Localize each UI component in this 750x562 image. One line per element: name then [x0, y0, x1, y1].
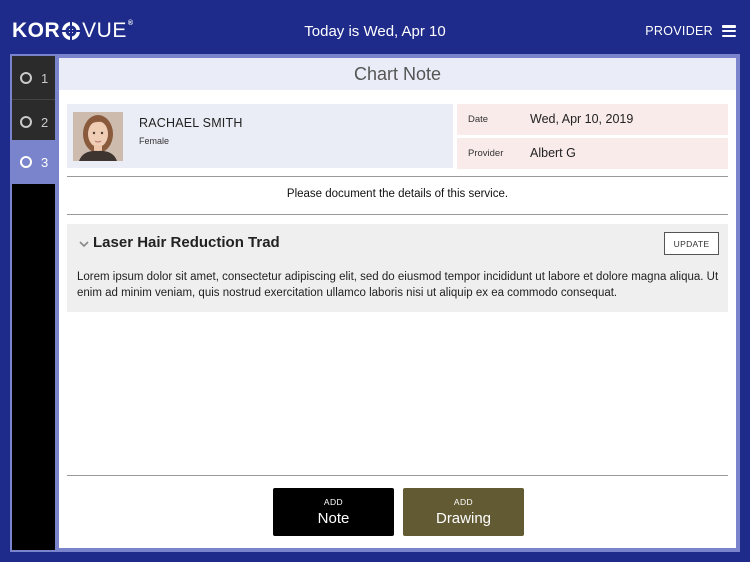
date-label: Date — [468, 114, 489, 125]
step-sidebar: 1 2 3 — [12, 56, 55, 550]
service-notes: Lorem ipsum dolor sit amet, consectetur … — [77, 271, 719, 299]
step-2[interactable]: 2 — [12, 100, 55, 144]
patient-sex: Female — [139, 136, 170, 146]
add-drawing-label: Drawing — [435, 510, 492, 527]
add-drawing-button[interactable]: ADD Drawing — [403, 488, 524, 536]
circle-icon — [20, 116, 32, 128]
provider-label: PROVIDER — [645, 24, 713, 38]
step-3-active[interactable]: 3 — [12, 140, 55, 184]
page-title: Today is Wed, Apr 10 — [304, 23, 446, 40]
circle-icon — [20, 156, 32, 168]
patient-card: RACHAEL SMITH Female — [67, 104, 453, 168]
step-label: 3 — [41, 154, 49, 170]
add-note-label: Note — [317, 510, 350, 527]
step-label: 1 — [41, 70, 49, 86]
circle-icon — [20, 72, 32, 84]
provider-label: Provider — [468, 148, 504, 159]
divider — [67, 214, 728, 215]
add-note-button[interactable]: ADD Note — [273, 488, 394, 536]
chart-note-title: Chart Note — [59, 58, 736, 90]
step-1[interactable]: 1 — [12, 56, 55, 100]
patient-name: RACHAEL SMITH — [139, 116, 243, 130]
top-bar: KOR VUE ® Today is Wed, Apr 10 PROVIDER — [0, 0, 750, 54]
provider-menu-button[interactable]: PROVIDER — [645, 24, 736, 38]
service-name[interactable]: Laser Hair Reduction Trad — [93, 234, 280, 251]
update-button[interactable]: UPDATE — [664, 232, 719, 255]
divider — [67, 475, 728, 476]
chevron-down-icon[interactable] — [79, 236, 89, 248]
date-row: Date Wed, Apr 10, 2019 — [457, 104, 728, 135]
add-drawing-small-label: ADD — [453, 497, 474, 507]
step-label: 2 — [41, 114, 49, 130]
provider-row: Provider Albert G — [457, 138, 728, 169]
divider — [67, 176, 728, 177]
instructions-text: Please document the details of this serv… — [286, 188, 509, 200]
patient-avatar — [73, 112, 123, 161]
chart-note-panel: Chart Note RACHAEL SMITH Female Date Wed… — [59, 58, 736, 548]
date-value: Wed, Apr 10, 2019 — [530, 112, 634, 126]
service-panel: Laser Hair Reduction Trad UPDATE Lorem i… — [67, 224, 728, 312]
provider-value: Albert G — [530, 146, 576, 160]
add-note-small-label: ADD — [323, 497, 344, 507]
hamburger-icon[interactable] — [722, 25, 736, 37]
